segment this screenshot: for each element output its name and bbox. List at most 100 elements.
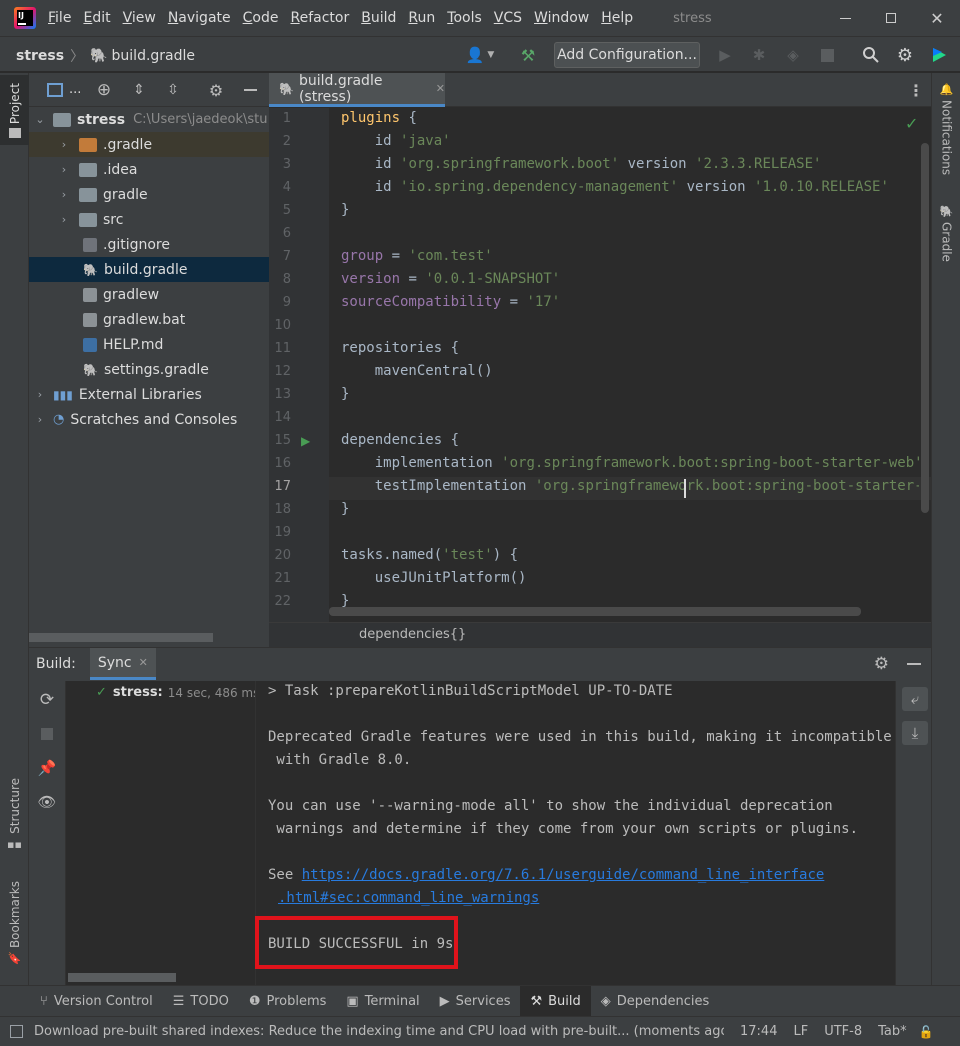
tree-item-idea[interactable]: › .idea <box>29 157 269 182</box>
rerun-sync-icon[interactable]: ⟳ <box>36 689 58 711</box>
bookmarks-tool-button[interactable]: Bookmarks 🔖 <box>0 881 29 976</box>
chevron-right-icon[interactable]: › <box>35 388 45 401</box>
menu-vcs[interactable]: VCS <box>494 10 522 26</box>
tab-todo[interactable]: ☰ TODO <box>163 986 239 1017</box>
tree-item-settings-gradle[interactable]: 🐘 settings.gradle <box>29 357 269 382</box>
collapse-all-icon[interactable]: ⇳ <box>162 79 184 101</box>
file-encoding[interactable]: UTF-8 <box>824 1024 862 1039</box>
close-tab-icon[interactable]: ✕ <box>139 656 148 669</box>
menu-refactor[interactable]: Refactor <box>290 10 349 26</box>
tree-root-stress[interactable]: ⌄ stress C:\Users\jaedeok\stu <box>29 107 269 132</box>
code-area[interactable]: plugins { id 'java' id 'org.springframew… <box>269 108 919 622</box>
user-account-icon[interactable]: 👤 ▼ <box>462 44 498 66</box>
breadcrumb-file[interactable]: build.gradle <box>112 48 196 64</box>
tab-dependencies[interactable]: ◈ Dependencies <box>591 986 720 1017</box>
gradle-docs-link-continued[interactable]: .html#sec:command_line_warnings <box>278 890 539 906</box>
locate-target-icon[interactable]: ⊕ <box>93 79 115 101</box>
structure-tool-button[interactable]: Structure ▪▪ <box>0 778 29 863</box>
menu-file[interactable]: File <box>48 10 71 26</box>
chevron-right-icon[interactable]: › <box>59 163 69 176</box>
maximize-button[interactable] <box>868 0 914 36</box>
tree-item-build-gradle[interactable]: 🐘 build.gradle <box>29 257 269 282</box>
build-hammer-icon[interactable]: ⚒ <box>515 43 541 67</box>
caret-position[interactable]: 17:44 <box>740 1024 777 1039</box>
hide-build-panel-minus-icon[interactable] <box>907 663 921 665</box>
tab-terminal[interactable]: ▣ Terminal <box>336 986 429 1017</box>
editor-vertical-scrollbar[interactable] <box>921 143 929 513</box>
menu-code[interactable]: Code <box>243 10 279 26</box>
tree-external-libraries[interactable]: › ▮▮▮ External Libraries <box>29 382 269 407</box>
soft-wrap-icon[interactable]: ⤶ <box>902 687 928 711</box>
menu-edit[interactable]: Edit <box>83 10 110 26</box>
run-icon[interactable]: ▶ <box>714 44 736 66</box>
tree-item-gradle-hidden[interactable]: › .gradle <box>29 132 269 157</box>
build-tree: ✓ stress: 14 sec, 486 ms <box>65 681 283 986</box>
gradle-docs-link[interactable]: https://docs.gradle.org/7.6.1/userguide/… <box>302 867 825 883</box>
build-settings-gear-icon[interactable]: ⚙ <box>874 654 889 674</box>
breadcrumb-project[interactable]: stress <box>16 48 64 64</box>
tab-build[interactable]: ⚒ Build <box>520 985 591 1017</box>
code-line: useJUnitPlatform() <box>341 570 527 586</box>
folder-icon <box>8 128 21 139</box>
tree-item-src[interactable]: › src <box>29 207 269 232</box>
toggle-tool-windows-icon[interactable] <box>10 1025 23 1038</box>
tab-services[interactable]: ▶ Services <box>430 986 521 1017</box>
status-message[interactable]: Download pre-built shared indexes: Reduc… <box>34 1024 724 1039</box>
tab-build-gradle[interactable]: 🐘 build.gradle (stress) ✕ <box>269 73 445 107</box>
stop-icon[interactable] <box>816 44 838 66</box>
eye-icon[interactable]: 👁 <box>36 791 58 813</box>
code-with-me-icon[interactable] <box>928 44 950 66</box>
tab-sync[interactable]: Sync ✕ <box>89 648 156 680</box>
notifications-tool-button[interactable]: 🔔 Notifications <box>932 83 960 183</box>
scroll-to-end-icon[interactable]: ⤓ <box>902 721 928 745</box>
hide-panel-minus-icon[interactable] <box>239 79 261 101</box>
tree-item-help-md[interactable]: HELP.md <box>29 332 269 357</box>
chevron-right-icon[interactable]: › <box>35 413 45 426</box>
no-problems-check-icon[interactable]: ✓ <box>905 114 918 133</box>
tab-version-control[interactable]: ⑂ Version Control <box>30 986 163 1017</box>
stop-build-icon[interactable] <box>36 723 58 745</box>
lock-icon[interactable]: 🔓 <box>919 1025 934 1039</box>
status-bar: Download pre-built shared indexes: Reduc… <box>0 1016 960 1046</box>
build-tree-item-stress[interactable]: ✓ stress: 14 sec, 486 ms <box>96 685 259 700</box>
minimize-button[interactable] <box>822 0 868 36</box>
chevron-right-icon[interactable]: › <box>59 138 69 151</box>
tab-problems[interactable]: ❶ Problems <box>239 986 337 1017</box>
chevron-down-icon[interactable]: ⌄ <box>35 113 45 126</box>
chevron-right-icon[interactable]: › <box>59 188 69 201</box>
editor-horizontal-scrollbar[interactable] <box>329 607 861 616</box>
add-configuration-button[interactable]: Add Configuration... <box>554 42 700 68</box>
menu-window[interactable]: Window <box>534 10 589 26</box>
menu-view[interactable]: View <box>123 10 156 26</box>
editor-breadcrumb[interactable]: dependencies{} <box>359 627 466 642</box>
menu-tools[interactable]: Tools <box>447 10 482 26</box>
panel-settings-gear-icon[interactable]: ⚙ <box>205 79 227 101</box>
tree-item-gradle[interactable]: › gradle <box>29 182 269 207</box>
expand-all-icon[interactable]: ⇕ <box>128 79 150 101</box>
indent-setting[interactable]: Tab* <box>878 1024 907 1039</box>
more-tabs-icon[interactable]: ⋮ <box>907 79 925 101</box>
build-tree-horizontal-scrollbar[interactable] <box>68 973 176 982</box>
search-icon[interactable] <box>860 44 882 66</box>
gradle-tool-button[interactable]: 🐘 Gradle <box>932 205 960 270</box>
tree-item-gradlew-bat[interactable]: gradlew.bat <box>29 307 269 332</box>
chevron-right-icon[interactable]: › <box>59 213 69 226</box>
close-tab-icon[interactable]: ✕ <box>436 82 445 95</box>
menu-help[interactable]: Help <box>601 10 633 26</box>
tree-item-gitignore[interactable]: .gitignore <box>29 232 269 257</box>
menu-navigate[interactable]: Navigate <box>168 10 231 26</box>
menu-build[interactable]: Build <box>361 10 396 26</box>
debug-icon[interactable]: ✱ <box>748 44 770 66</box>
build-console[interactable]: > Task :prepareKotlinBuildScriptModel UP… <box>255 681 895 986</box>
coverage-icon[interactable]: ◈ <box>782 44 804 66</box>
settings-gear-icon[interactable]: ⚙ <box>894 44 916 66</box>
menu-run[interactable]: Run <box>408 10 435 26</box>
project-horizontal-scrollbar[interactable] <box>29 633 213 642</box>
pin-icon[interactable]: 📌 <box>36 757 58 779</box>
line-separator[interactable]: LF <box>793 1024 808 1039</box>
project-tool-button[interactable]: Project <box>0 75 29 145</box>
project-view-selector[interactable]: ... <box>47 82 81 97</box>
tree-scratches[interactable]: › ◔ Scratches and Consoles <box>29 407 269 432</box>
close-window-button[interactable]: ✕ <box>914 0 960 36</box>
tree-item-gradlew[interactable]: gradlew <box>29 282 269 307</box>
